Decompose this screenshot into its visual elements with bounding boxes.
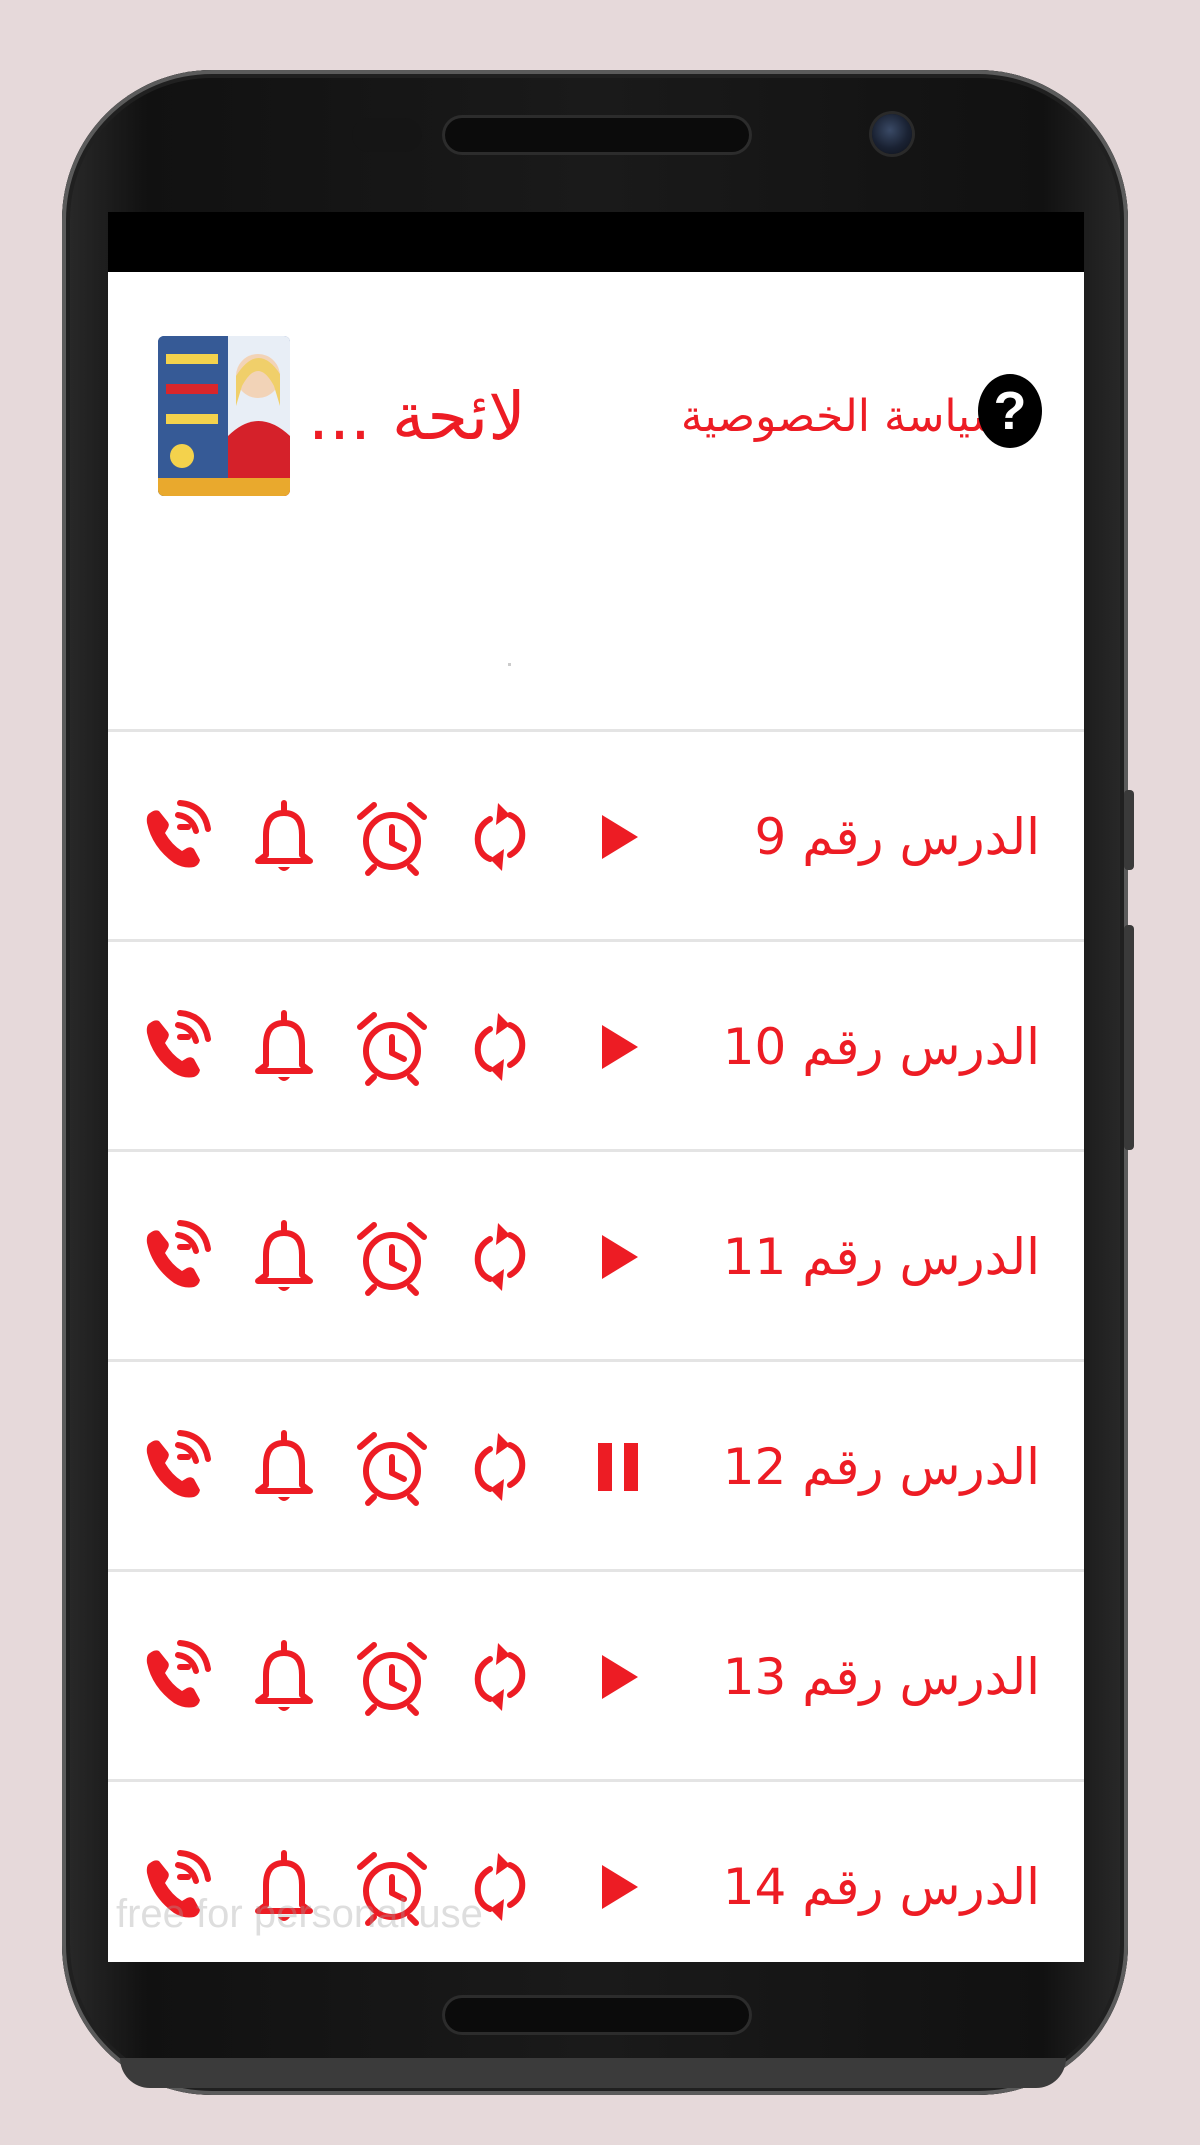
lesson-row[interactable]: الدرس رقم 10 (108, 939, 1084, 1152)
ringtone-call-icon[interactable] (136, 1427, 216, 1507)
lesson-row[interactable]: الدرس رقم 12 (108, 1359, 1084, 1572)
play-icon[interactable] (578, 1847, 658, 1927)
lesson-label: الدرس رقم 9 (754, 808, 1040, 866)
lesson-row[interactable]: الدرس رقم 9 (108, 729, 1084, 942)
screen: لائحة ... سياسة الخصوصية ? الدرس رقم 9 ال… (108, 212, 1084, 1962)
play-icon[interactable] (578, 797, 658, 877)
pause-icon[interactable] (578, 1427, 658, 1507)
play-icon[interactable] (578, 1007, 658, 1087)
ringtone-call-icon[interactable] (136, 1217, 216, 1297)
ringtone-call-icon[interactable] (136, 1007, 216, 1087)
repeat-icon[interactable] (460, 797, 540, 877)
phone-bottom-rim (120, 2058, 1066, 2088)
alarm-clock-icon[interactable] (352, 1007, 432, 1087)
help-icon[interactable]: ? (978, 374, 1042, 448)
alarm-clock-icon[interactable] (352, 1217, 432, 1297)
repeat-icon[interactable] (460, 1427, 540, 1507)
volume-button (1124, 790, 1134, 870)
alarm-clock-icon[interactable] (352, 797, 432, 877)
bottom-speaker (445, 1998, 749, 2032)
repeat-icon[interactable] (460, 1007, 540, 1087)
lesson-label: الدرس رقم 13 (722, 1648, 1040, 1706)
ringtone-call-icon[interactable] (136, 797, 216, 877)
proximity-sensor (352, 118, 422, 152)
alarm-clock-icon[interactable] (352, 1637, 432, 1717)
ad-banner-area (108, 442, 1084, 742)
ringtone-call-icon[interactable] (136, 1637, 216, 1717)
notification-bell-icon[interactable] (244, 1217, 324, 1297)
ad-placeholder-dot (508, 663, 511, 666)
earpiece-speaker (445, 118, 749, 152)
status-bar (108, 212, 1084, 272)
play-icon[interactable] (578, 1637, 658, 1717)
lesson-row[interactable]: الدرس رقم 11 (108, 1149, 1084, 1362)
power-button (1124, 925, 1134, 1150)
alarm-clock-icon[interactable] (352, 1427, 432, 1507)
watermark: free for personal use (116, 1892, 483, 1936)
play-icon[interactable] (578, 1217, 658, 1297)
notification-bell-icon[interactable] (244, 797, 324, 877)
repeat-icon[interactable] (460, 1637, 540, 1717)
repeat-icon[interactable] (460, 1217, 540, 1297)
notification-bell-icon[interactable] (244, 1637, 324, 1717)
lesson-row[interactable]: الدرس رقم 13 (108, 1569, 1084, 1782)
lesson-label: الدرس رقم 12 (722, 1438, 1040, 1496)
notification-bell-icon[interactable] (244, 1427, 324, 1507)
front-camera (872, 114, 912, 154)
lesson-label: الدرس رقم 10 (722, 1018, 1040, 1076)
app-bar: لائحة ... سياسة الخصوصية ? (108, 272, 1084, 496)
lesson-label: الدرس رقم 11 (722, 1228, 1040, 1286)
lesson-label: الدرس رقم 14 (722, 1858, 1040, 1916)
notification-bell-icon[interactable] (244, 1007, 324, 1087)
